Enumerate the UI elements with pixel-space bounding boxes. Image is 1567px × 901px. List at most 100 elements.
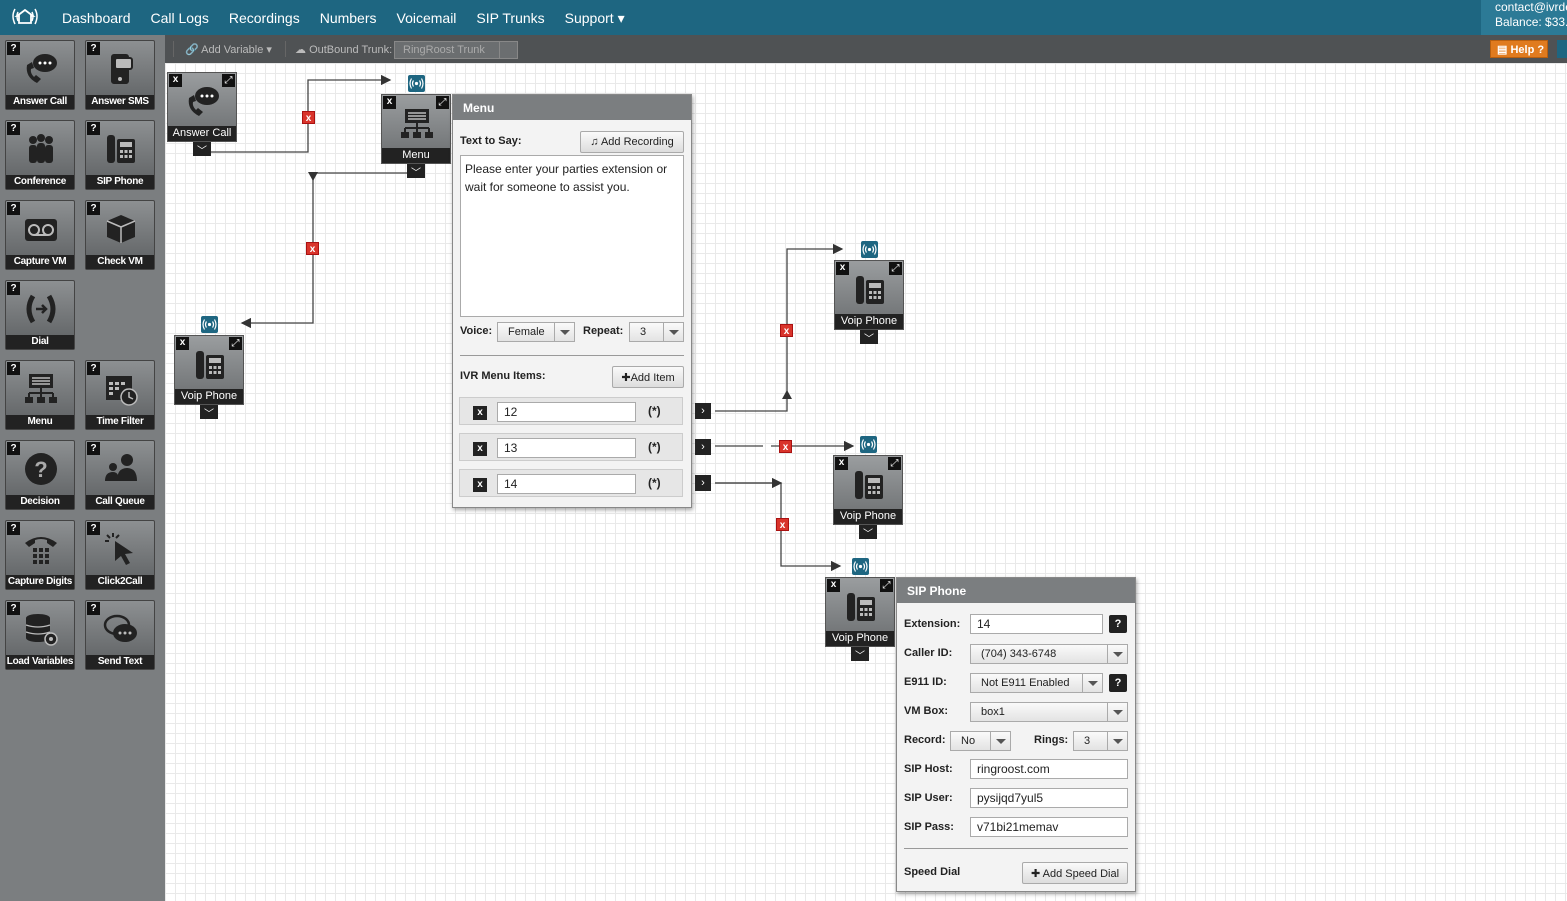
- chevron-down-icon[interactable]: ﹀: [860, 330, 878, 345]
- ivr-item-digit-input[interactable]: 13: [497, 438, 636, 458]
- node-voip-phone[interactable]: x ⤢ Voip Phone ﹀: [825, 558, 895, 662]
- tool-conference[interactable]: ? Conference: [5, 120, 75, 190]
- broadcast-icon[interactable]: [860, 436, 877, 453]
- expand-icon[interactable]: ⤢: [888, 457, 901, 470]
- tool-decision[interactable]: ? ? Decision: [5, 440, 75, 510]
- nav-voicemail[interactable]: Voicemail: [397, 10, 457, 27]
- caller-id-select[interactable]: (704) 343-6748: [970, 644, 1128, 664]
- help-icon[interactable]: ?: [87, 362, 100, 375]
- nav-numbers[interactable]: Numbers: [320, 10, 377, 27]
- tool-sip-phone[interactable]: ? SIP Phone: [85, 120, 155, 190]
- delete-connection-icon[interactable]: x: [779, 440, 792, 453]
- chevron-down-icon[interactable]: ﹀: [193, 142, 211, 157]
- broadcast-icon[interactable]: [201, 316, 218, 333]
- help-icon[interactable]: ?: [87, 122, 100, 135]
- chevron-down-icon[interactable]: ﹀: [859, 525, 877, 540]
- tool-time-filter[interactable]: ? Time Filter: [85, 360, 155, 430]
- chevron-down-icon[interactable]: ﹀: [851, 647, 869, 662]
- expand-icon[interactable]: ⤢: [889, 262, 902, 275]
- record-select[interactable]: No: [950, 731, 1011, 751]
- rings-select[interactable]: 3: [1073, 731, 1128, 751]
- help-icon[interactable]: ?: [7, 362, 20, 375]
- node-menu[interactable]: x ⤢ Menu ﹀: [381, 75, 451, 179]
- close-icon[interactable]: x: [383, 96, 396, 109]
- help-icon[interactable]: ?: [7, 42, 20, 55]
- node-voip-phone[interactable]: x ⤢ Voip Phone ﹀: [834, 241, 904, 345]
- help-icon[interactable]: ?: [87, 602, 100, 615]
- help-button[interactable]: ▤ Help ?: [1490, 40, 1548, 58]
- node-voip-phone[interactable]: x ⤢ Voip Phone ﹀: [833, 436, 903, 540]
- text-to-say-textarea[interactable]: Please enter your parties extension or w…: [460, 155, 684, 317]
- ivr-item-digit-input[interactable]: 14: [497, 474, 636, 494]
- add-recording-button[interactable]: ♫ Add Recording: [580, 131, 684, 153]
- toolbar-edge-button[interactable]: [1557, 40, 1567, 58]
- ringroost-logo-icon[interactable]: [10, 4, 40, 30]
- help-icon[interactable]: ?: [7, 282, 20, 295]
- chevron-down-icon[interactable]: ﹀: [407, 164, 425, 179]
- broadcast-icon[interactable]: [408, 75, 425, 92]
- extension-input[interactable]: 14: [970, 614, 1103, 634]
- add-speed-dial-button[interactable]: ✚ Add Speed Dial: [1022, 862, 1128, 884]
- expand-icon[interactable]: ⤢: [222, 74, 235, 87]
- delete-connection-icon[interactable]: x: [780, 324, 793, 337]
- close-icon[interactable]: x: [473, 406, 487, 420]
- help-icon[interactable]: ?: [7, 602, 20, 615]
- vm-box-select[interactable]: box1: [970, 702, 1128, 722]
- tool-menu[interactable]: ? Menu: [5, 360, 75, 430]
- help-icon[interactable]: ?: [87, 202, 100, 215]
- nav-recordings[interactable]: Recordings: [229, 10, 300, 27]
- expand-icon[interactable]: ⤢: [880, 579, 893, 592]
- help-icon[interactable]: ?: [1109, 674, 1127, 692]
- tool-click2call[interactable]: ? Click2Call: [85, 520, 155, 590]
- help-icon[interactable]: ?: [87, 442, 100, 455]
- tool-capture-digits[interactable]: ? Capture Digits: [5, 520, 75, 590]
- sip-pass-input[interactable]: v71bi21memav: [970, 817, 1128, 837]
- nav-call-logs[interactable]: Call Logs: [151, 10, 209, 27]
- close-icon[interactable]: x: [827, 579, 840, 592]
- wildcard-toggle[interactable]: (*): [648, 440, 661, 454]
- tool-call-queue[interactable]: ? Call Queue: [85, 440, 155, 510]
- close-icon[interactable]: x: [473, 478, 487, 492]
- add-item-button[interactable]: ✚Add Item: [612, 366, 684, 388]
- sip-user-input[interactable]: pysijqd7yul5: [970, 788, 1128, 808]
- help-icon[interactable]: ?: [7, 442, 20, 455]
- help-icon[interactable]: ?: [7, 122, 20, 135]
- help-icon[interactable]: ?: [7, 522, 20, 535]
- e911-select[interactable]: Not E911 Enabled: [970, 673, 1103, 693]
- nav-sip-trunks[interactable]: SIP Trunks: [476, 10, 544, 27]
- tool-dial[interactable]: ? Dial: [5, 280, 75, 350]
- delete-connection-icon[interactable]: x: [776, 518, 789, 531]
- delete-connection-icon[interactable]: x: [302, 111, 315, 124]
- outbound-trunk-select[interactable]: RingRoost Trunk: [394, 41, 518, 59]
- help-icon[interactable]: ?: [87, 42, 100, 55]
- expand-icon[interactable]: ⤢: [436, 96, 449, 109]
- delete-connection-icon[interactable]: x: [306, 242, 319, 255]
- chevron-down-icon[interactable]: ﹀: [200, 405, 218, 420]
- close-icon[interactable]: x: [169, 74, 182, 87]
- wildcard-toggle[interactable]: (*): [648, 404, 661, 418]
- repeat-select[interactable]: 3: [629, 322, 684, 342]
- voice-select[interactable]: Female: [497, 322, 575, 342]
- close-icon[interactable]: x: [835, 457, 848, 470]
- nav-support[interactable]: Support ▾: [565, 10, 625, 27]
- help-icon[interactable]: ?: [1109, 615, 1127, 633]
- flow-canvas[interactable]: x x x x x x ⤢ Answer Call ﹀ x ⤢ Menu ﹀ x…: [165, 63, 1567, 901]
- tool-answer-call[interactable]: ? Answer Call: [5, 40, 75, 110]
- help-icon[interactable]: ?: [7, 202, 20, 215]
- sip-host-input[interactable]: ringroost.com: [970, 759, 1128, 779]
- close-icon[interactable]: x: [836, 262, 849, 275]
- help-icon[interactable]: ?: [87, 522, 100, 535]
- add-variable-button[interactable]: 🔗 Add Variable ▾: [185, 43, 272, 56]
- node-voip-phone[interactable]: x ⤢ Voip Phone ﹀: [174, 316, 244, 420]
- tool-check-vm[interactable]: ? Check VM: [85, 200, 155, 270]
- broadcast-icon[interactable]: [861, 241, 878, 258]
- wildcard-toggle[interactable]: (*): [648, 476, 661, 490]
- account-box[interactable]: contact@ivrde Balance: $33.8: [1481, 0, 1567, 35]
- chevron-right-icon[interactable]: ›: [695, 403, 711, 419]
- chevron-right-icon[interactable]: ›: [695, 475, 711, 491]
- chevron-right-icon[interactable]: ›: [695, 439, 711, 455]
- broadcast-icon[interactable]: [852, 558, 869, 575]
- tool-send-text[interactable]: ? Send Text: [85, 600, 155, 670]
- nav-dashboard[interactable]: Dashboard: [62, 10, 131, 27]
- tool-answer-sms[interactable]: ? Answer SMS: [85, 40, 155, 110]
